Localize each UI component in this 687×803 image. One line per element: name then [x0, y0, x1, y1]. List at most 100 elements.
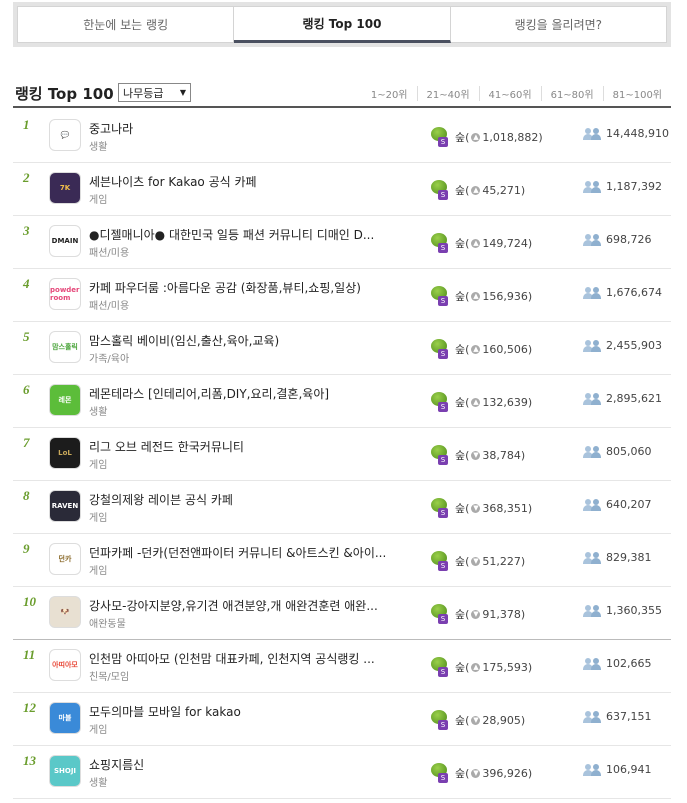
member-count: 102,665: [583, 657, 652, 670]
cafe-thumbnail-text: powder room: [50, 286, 80, 302]
grade-text: 숲(▼ 28,905): [455, 713, 526, 728]
cafe-title[interactable]: 쇼핑지름신: [89, 756, 144, 773]
arrow-up-icon: ▲: [471, 238, 481, 248]
grade-change: 149,724: [482, 236, 528, 250]
ranking-row[interactable]: 11 아띠아모 인천맘 아띠아모 (인천맘 대표카페, 인천지역 공식랭킹 ..…: [13, 640, 671, 693]
ranking-row[interactable]: 8 RAVEN 강철의제왕 레이븐 공식 카페 게임 S 숲(▼ 368,351)…: [13, 481, 671, 534]
grade-info: S 숲(▼ 91,378): [431, 604, 525, 624]
ranking-row[interactable]: 13 SHOJI 쇼핑지름신 생활 S 숲(▼ 396,926) 106,941: [13, 746, 671, 799]
cafe-title[interactable]: 던파카페 -던카(던전앤파이터 커뮤니티 &아트스킨 &아이...: [89, 544, 386, 561]
member-count: 14,448,910: [583, 127, 669, 140]
cafe-thumbnail[interactable]: powder room: [49, 278, 81, 310]
cafe-thumbnail[interactable]: 💬: [49, 119, 81, 151]
grade-info: S 숲(▼ 51,227): [431, 551, 525, 571]
cafe-thumbnail[interactable]: SHOJI: [49, 755, 81, 787]
cafe-title[interactable]: 리그 오브 레전드 한국커뮤니티: [89, 438, 244, 455]
ranking-row[interactable]: 10 🐶 강사모-강아지분양,유기견 애견분양,개 애완견훈련 애완... 애완…: [13, 587, 671, 640]
tree-icon: S: [431, 498, 451, 518]
cafe-thumbnail[interactable]: 던카: [49, 543, 81, 575]
cafe-title[interactable]: 중고나라: [89, 120, 133, 137]
arrow-down-icon: ▼: [471, 503, 481, 513]
cafe-thumbnail[interactable]: 아띠아모: [49, 649, 81, 681]
member-count-value: 1,360,355: [606, 604, 662, 617]
grade-text: 숲(▲ 156,936): [455, 289, 533, 304]
grade-change: 132,639: [482, 395, 528, 409]
tab-overview[interactable]: 한눈에 보는 랭킹: [17, 6, 235, 43]
rank-number: 8: [23, 488, 30, 503]
grade-info: S 숲(▲ 160,506): [431, 339, 532, 359]
ranking-row[interactable]: 2 7K 세븐나이츠 for Kakao 공식 카페 게임 S 숲(▲ 45,27…: [13, 163, 671, 216]
grade-label: 숲: [455, 608, 466, 621]
grade-label: 숲: [455, 237, 466, 250]
grade-label: 숲: [455, 767, 466, 780]
cafe-thumbnail[interactable]: RAVEN: [49, 490, 81, 522]
people-icon: [583, 763, 601, 776]
member-count-value: 106,941: [606, 763, 652, 776]
rank-number: 11: [23, 647, 36, 662]
tab-how-to-rank[interactable]: 랭킹을 올리려면?: [450, 6, 667, 43]
cafe-thumbnail[interactable]: 7K: [49, 172, 81, 204]
grade-label: 숲: [455, 661, 466, 674]
cafe-thumbnail[interactable]: 🐶: [49, 596, 81, 628]
arrow-up-icon: ▲: [471, 344, 481, 354]
cafe-thumbnail-text: SHOJI: [53, 767, 77, 775]
cafe-category: 가족/육아: [89, 354, 130, 365]
cafe-title[interactable]: 인천맘 아띠아모 (인천맘 대표카페, 인천지역 공식랭킹 ...: [89, 650, 375, 667]
cafe-category: 생활: [89, 778, 108, 789]
cafe-thumbnail[interactable]: LoL: [49, 437, 81, 469]
cafe-title[interactable]: 강철의제왕 레이븐 공식 카페: [89, 491, 233, 508]
cafe-title[interactable]: 강사모-강아지분양,유기견 애견분양,개 애완견훈련 애완...: [89, 597, 378, 614]
cafe-thumbnail[interactable]: 맘스홀릭: [49, 331, 81, 363]
cafe-title[interactable]: 세븐나이츠 for Kakao 공식 카페: [89, 173, 257, 190]
ranking-row[interactable]: 4 powder room 카페 파우더룸 :아름다운 공감 (화장품,뷰티,쇼…: [13, 269, 671, 322]
tab-top100[interactable]: 랭킹 Top 100: [234, 6, 451, 43]
ranking-row[interactable]: 9 던카 던파카페 -던카(던전앤파이터 커뮤니티 &아트스킨 &아이... 게…: [13, 534, 671, 587]
cafe-title[interactable]: 레몬테라스 [인테리어,리폼,DIY,요리,결혼,육아]: [89, 385, 329, 402]
range-link-5[interactable]: 81~100위: [602, 86, 671, 101]
ranking-row[interactable]: 12 마블 모두의마블 모바일 for kakao 게임 S 숲(▼ 28,905…: [13, 693, 671, 746]
cafe-title[interactable]: 카페 파우더룸 :아름다운 공감 (화장품,뷰티,쇼핑,일상): [89, 279, 361, 296]
rank-number: 13: [23, 753, 36, 768]
grade-label: 숲: [455, 449, 466, 462]
people-icon: [583, 710, 601, 723]
range-link-1[interactable]: 1~20위: [362, 86, 417, 101]
grade-label: 숲: [455, 290, 466, 303]
grade-text: 숲(▲ 160,506): [455, 342, 533, 357]
grade-change: 28,905: [482, 713, 521, 727]
ranking-row[interactable]: 7 LoL 리그 오브 레전드 한국커뮤니티 게임 S 숲(▼ 38,784) 8…: [13, 428, 671, 481]
arrow-down-icon: ▼: [471, 450, 481, 460]
rank-number: 5: [23, 329, 30, 344]
ranking-row[interactable]: 3 DMAIN ●디젤매니아● 대한민국 일등 패션 커뮤니티 디매인 D...…: [13, 216, 671, 269]
grade-text: 숲(▲ 149,724): [455, 236, 533, 251]
cafe-thumbnail[interactable]: DMAIN: [49, 225, 81, 257]
rank-number: 1: [23, 117, 30, 132]
people-icon: [583, 286, 601, 299]
cafe-thumbnail-text: 아띠아모: [52, 661, 78, 669]
cafe-thumbnail[interactable]: 레몬: [49, 384, 81, 416]
tree-icon: S: [431, 392, 451, 412]
range-link-3[interactable]: 41~60위: [478, 86, 541, 101]
cafe-thumbnail-text: 💬: [60, 131, 70, 139]
grade-label: 숲: [455, 502, 466, 515]
tree-icon: S: [431, 286, 451, 306]
cafe-thumbnail[interactable]: 마블: [49, 702, 81, 734]
people-icon: [583, 445, 601, 458]
sort-select[interactable]: 나무등급 ▼: [118, 83, 191, 102]
cafe-title[interactable]: 맘스홀릭 베이비(임신,출산,육아,교육): [89, 332, 279, 349]
ranking-row[interactable]: 5 맘스홀릭 맘스홀릭 베이비(임신,출산,육아,교육) 가족/육아 S 숲(▲…: [13, 322, 671, 375]
sort-select-value: 나무등급: [123, 86, 164, 100]
cafe-category: 게임: [89, 725, 108, 736]
ranking-row[interactable]: 1 💬 중고나라 생활 S 숲(▲ 1,018,882) 14,448,910: [13, 110, 671, 163]
member-count-value: 2,895,621: [606, 392, 662, 405]
range-link-4[interactable]: 61~80위: [540, 86, 603, 101]
grade-info: S 숲(▲ 175,593): [431, 657, 532, 677]
people-icon: [583, 233, 601, 246]
cafe-title[interactable]: ●디젤매니아● 대한민국 일등 패션 커뮤니티 디매인 D...: [89, 226, 374, 243]
range-link-2[interactable]: 21~40위: [416, 86, 479, 101]
cafe-title[interactable]: 모두의마블 모바일 for kakao: [89, 703, 241, 720]
rank-number: 2: [23, 170, 30, 185]
cafe-category: 게임: [89, 513, 108, 524]
grade-change: 396,926: [482, 766, 528, 780]
grade-info: S 숲(▲ 156,936): [431, 286, 532, 306]
ranking-row[interactable]: 6 레몬 레몬테라스 [인테리어,리폼,DIY,요리,결혼,육아] 생활 S 숲…: [13, 375, 671, 428]
